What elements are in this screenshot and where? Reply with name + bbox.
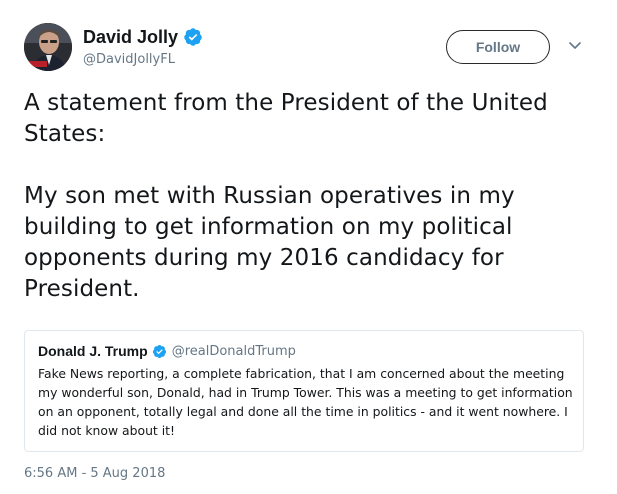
- quoted-author-handle: @realDonaldTrump: [171, 343, 296, 359]
- tweet-text: A statement from the President of the Un…: [24, 88, 604, 305]
- chevron-down-icon[interactable]: [568, 40, 582, 52]
- quoted-tweet[interactable]: Donald J. Trump @realDonaldTrump Fake Ne…: [24, 330, 584, 452]
- tweet-card: David Jolly @DavidJollyFL Follow A state…: [0, 0, 617, 494]
- avatar[interactable]: [24, 23, 72, 71]
- author-name-text: David Jolly: [83, 27, 179, 47]
- verified-badge-icon: [152, 344, 166, 358]
- author-handle[interactable]: @DavidJollyFL: [83, 52, 175, 67]
- tweet-paragraph: A statement from the President of the Un…: [24, 90, 548, 147]
- tweet-paragraph: My son met with Russian operatives in my…: [24, 183, 515, 302]
- quoted-tweet-header: Donald J. Trump @realDonaldTrump: [38, 341, 571, 361]
- quoted-author-name: Donald J. Trump: [38, 343, 148, 359]
- author-name[interactable]: David Jolly: [83, 26, 203, 48]
- follow-button[interactable]: Follow: [446, 30, 550, 64]
- timestamp[interactable]: 6:56 AM - 5 Aug 2018: [24, 466, 165, 481]
- quoted-tweet-text: Fake News reporting, a complete fabricat…: [38, 366, 573, 438]
- verified-badge-icon: [184, 28, 202, 46]
